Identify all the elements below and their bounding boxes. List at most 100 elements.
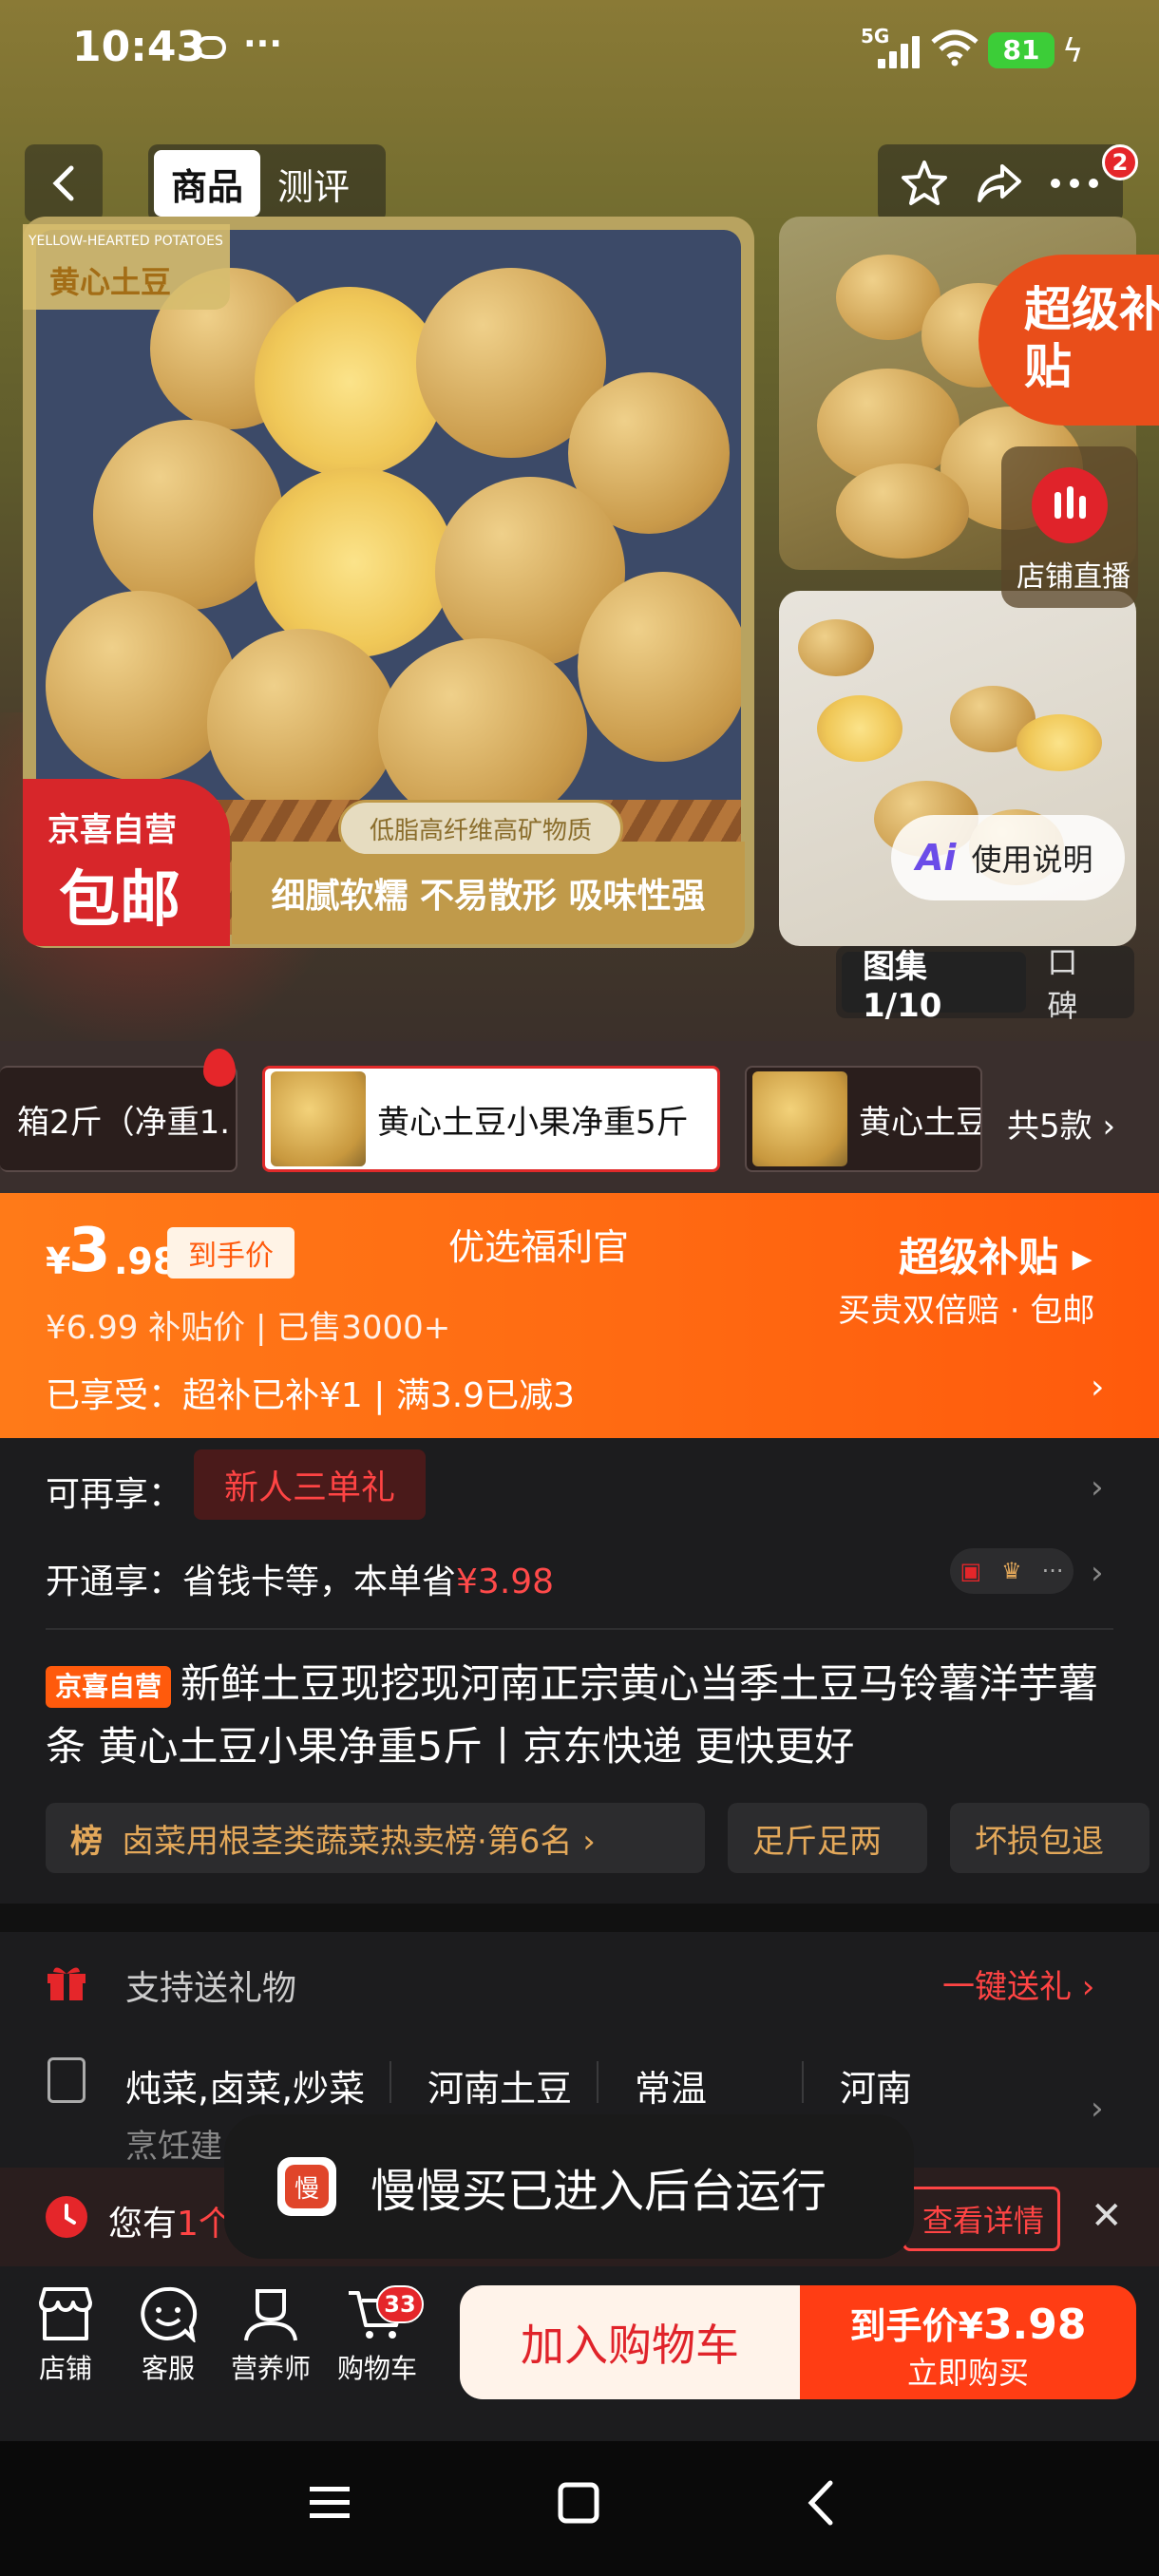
top-action-group <box>878 144 1123 222</box>
attr-origin: 河南 <box>840 2068 913 2110</box>
ranking-badge: 榜 <box>70 1822 103 1861</box>
attr-separator <box>802 2061 804 2103</box>
menu-icon[interactable] <box>306 2479 353 2527</box>
buy-now-button[interactable]: 到手价¥3.98 立即购买 <box>800 2285 1136 2399</box>
tab-product[interactable]: 商品 <box>154 150 261 217</box>
nutritionist-button[interactable]: 营养师 <box>218 2285 323 2386</box>
buy-label: 立即购买 <box>906 2355 1029 2391</box>
background-toast: 慢 慢慢买已进入后台运行 <box>224 2114 914 2259</box>
signal-icon <box>878 34 920 68</box>
more-icon[interactable] <box>1048 174 1101 193</box>
close-icon[interactable]: ✕ <box>1091 2194 1123 2238</box>
brand-english: YELLOW-HEARTED POTATOES <box>28 234 223 249</box>
self-op-line1: 京喜自营 <box>48 811 177 849</box>
net-price-tag: 到手价 <box>167 1227 294 1279</box>
wifi-icon <box>931 29 978 66</box>
person-icon <box>244 2289 297 2341</box>
cloud-icon <box>196 36 226 59</box>
damage-refund-chip[interactable]: 坏损包退 <box>950 1803 1150 1873</box>
more-offers-label: 可再享： <box>46 1475 183 1514</box>
gallery-count[interactable]: 图集1/10 <box>842 948 1027 1025</box>
back-icon[interactable] <box>798 2479 846 2527</box>
variant-option-selected[interactable]: 黄心土豆小果净重5斤 <box>262 1066 720 1172</box>
view-details-button[interactable]: 查看详情 <box>902 2187 1060 2251</box>
store-button[interactable]: 店铺 <box>13 2285 118 2386</box>
full-weight-chip[interactable]: 足斤足两 <box>728 1803 927 1873</box>
product-title: 京喜自营 新鲜土豆现挖现河南正宗黄心当季土豆马铃薯洋芋薯条 黄心土豆小果净重5斤丨… <box>46 1653 1129 1778</box>
feature-pill: 低脂高纤维高矿物质 <box>338 800 623 857</box>
ai-guide-button[interactable]: Ai 使用说明 <box>891 815 1125 900</box>
attr-separator <box>390 2061 391 2103</box>
gallery-tabs: 图集1/10 口碑 <box>836 944 1134 1025</box>
feature-strip: 细腻软糯 不易散形 吸味性强 <box>232 842 745 944</box>
store-icon <box>39 2287 92 2340</box>
variant-thumbnail <box>271 1071 366 1166</box>
customer-service-button[interactable]: 客服 <box>116 2285 220 2386</box>
attr-origin-potato: 河南土豆 <box>428 2068 573 2110</box>
original-price-line: ¥6.99 补贴价 | 已售3000+ <box>46 1309 451 1347</box>
hot-flame-icon <box>203 1049 236 1087</box>
variant-option[interactable]: 箱2斤（净重1. <box>0 1066 238 1172</box>
variant-label: 黄心土豆小果净重5斤 <box>377 1103 689 1142</box>
message-badge: 2 <box>1102 144 1138 180</box>
cart-count-badge: 33 <box>376 2285 424 2323</box>
product-title-text: 新鲜土豆现挖现河南正宗黄心当季土豆马铃薯洋芋薯条 黄心土豆小果净重5斤丨京东快递… <box>46 1660 1099 1770</box>
welfare-title: 优选福利官 <box>448 1226 630 1268</box>
send-gift-link[interactable]: 一键送礼 › <box>942 1960 1094 2007</box>
system-navigation-bar <box>0 2441 1159 2576</box>
membership-savings: ¥3.98 <box>456 1563 555 1601</box>
back-button[interactable] <box>25 144 103 222</box>
chevron-right-icon[interactable]: › <box>1091 1554 1104 1592</box>
ai-icon: Ai <box>916 837 957 879</box>
ai-guide-label: 使用说明 <box>971 842 1093 878</box>
newbie-gift-pill[interactable]: 新人三单礼 <box>194 1449 426 1520</box>
variant-label: 黄心土豆 <box>859 1103 982 1142</box>
crown-icon: ♛ <box>1001 1558 1022 1584</box>
tab-review[interactable]: 测评 <box>260 150 367 217</box>
chevron-right-icon[interactable]: › <box>1091 2090 1104 2128</box>
product-tabs: 商品 测评 <box>148 144 386 222</box>
chevron-right-icon[interactable]: › <box>1091 1368 1104 1407</box>
brand-tag: YELLOW-HEARTED POTATOES 黄心土豆 <box>23 224 230 310</box>
star-icon[interactable] <box>900 159 949 208</box>
divider <box>46 1628 1113 1630</box>
buy-price: 到手价¥3.98 <box>849 2301 1087 2349</box>
live-icon <box>1032 467 1108 543</box>
store-live-label: 店铺直播 <box>1016 560 1130 594</box>
gift-icon <box>48 1967 86 2000</box>
chevron-right-icon[interactable]: › <box>1091 1468 1104 1506</box>
ellipsis-icon: ··· <box>1041 1558 1064 1584</box>
price-integer: 3 <box>68 1216 111 1286</box>
add-to-cart-button[interactable]: 加入购物车 <box>460 2285 800 2399</box>
home-icon[interactable] <box>555 2479 602 2527</box>
super-subsidy-link[interactable]: 超级补贴 ▸ <box>899 1225 1092 1283</box>
membership-offer[interactable]: 开通享：省钱卡等，本单省¥3.98 <box>46 1554 554 1603</box>
app-icon: 慢 <box>277 2157 336 2216</box>
gallery-review-tab[interactable]: 口碑 <box>1026 938 1129 1026</box>
attr-storage: 常温 <box>635 2068 708 2110</box>
gift-label: 支持送礼物 <box>125 1969 297 2008</box>
ranking-text: 卤菜用根茎类蔬菜热卖榜·第6名 › <box>122 1822 596 1861</box>
price-currency: ¥ <box>46 1241 71 1282</box>
document-icon <box>48 2057 86 2103</box>
membership-icons[interactable]: ▣ ♛ ··· <box>950 1548 1074 1594</box>
charging-icon: ϟ <box>1062 32 1084 70</box>
battery-indicator: 81 <box>988 32 1054 68</box>
ranking-chip[interactable]: 榜卤菜用根茎类蔬菜热卖榜·第6名 › <box>46 1803 705 1873</box>
variant-option[interactable]: 黄心土豆 <box>745 1066 982 1172</box>
coupon-text: 您有1个 <box>108 2205 233 2244</box>
super-subsidy-desc: 买贵双倍赔 · 包邮 <box>838 1292 1095 1330</box>
self-op-line2: 包邮 <box>59 865 180 936</box>
self-operated-badge: 京喜自营 包邮 <box>23 779 230 946</box>
enjoyed-discounts[interactable]: 已享受：超补已补¥1 | 满3.9已减3 <box>46 1368 575 1417</box>
self-operated-chip: 京喜自营 <box>46 1665 172 1708</box>
share-icon[interactable] <box>974 159 1023 208</box>
store-live-button[interactable]: 店铺直播 <box>1001 446 1138 608</box>
all-variants-link[interactable]: 共5款 › <box>1007 1100 1115 1146</box>
attr-separator <box>597 2061 598 2103</box>
brand-chinese: 黄心土豆 <box>49 264 172 300</box>
status-time: 10:43 <box>72 23 206 71</box>
attr-sublabel: 烹饪建 <box>125 2128 222 2166</box>
attr-cooking: 炖菜,卤菜,炒菜 <box>125 2068 366 2110</box>
back-arrow-icon <box>52 165 74 201</box>
